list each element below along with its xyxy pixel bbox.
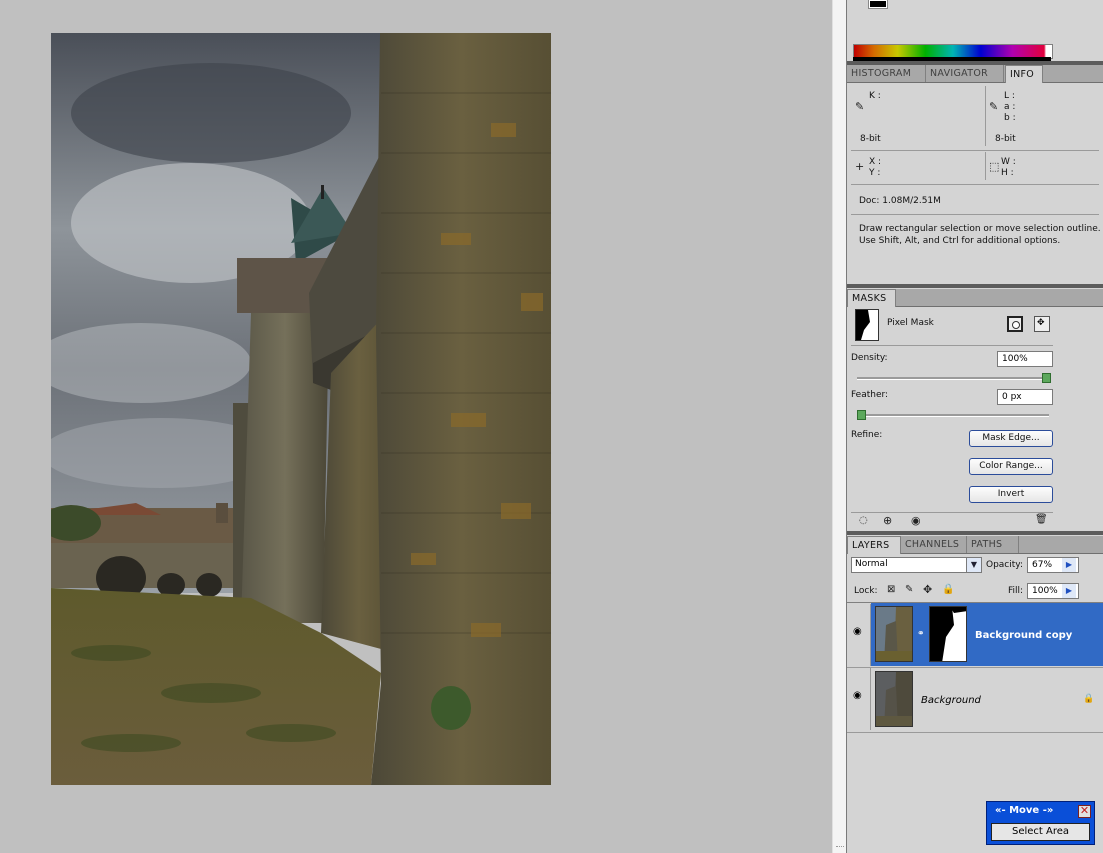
info-bit-depth-left: 8-bit bbox=[860, 134, 881, 144]
layer-mask-thumbnail[interactable] bbox=[929, 606, 967, 662]
info-bit-depth-right: 8-bit bbox=[995, 134, 1016, 144]
feather-field[interactable]: 0 px bbox=[997, 389, 1053, 405]
info-panel-tabs: HISTOGRAM NAVIGATOR INFO bbox=[847, 65, 1103, 83]
crosshair-icon: + bbox=[855, 160, 865, 173]
panel-separator bbox=[847, 531, 1103, 535]
info-l-label: L : bbox=[1004, 91, 1015, 101]
layer-thumbnail[interactable] bbox=[875, 606, 913, 662]
layers-divider bbox=[847, 732, 1103, 733]
info-h-label: H : bbox=[1001, 168, 1014, 178]
close-icon[interactable]: ✕ bbox=[1078, 805, 1091, 818]
apply-mask-icon[interactable]: ⊕ bbox=[883, 514, 892, 527]
vector-mask-icon: ✥ bbox=[1037, 318, 1045, 328]
info-a-label: a : bbox=[1004, 102, 1016, 112]
divider-grip bbox=[836, 846, 844, 853]
opacity-label: Opacity: bbox=[986, 560, 1023, 570]
castle-photo bbox=[51, 33, 551, 785]
info-divider-vertical bbox=[985, 86, 986, 146]
layer-row[interactable]: ◉ ⚭ Background copy bbox=[847, 603, 1103, 667]
chevron-down-icon[interactable]: ▼ bbox=[966, 558, 981, 572]
layer-thumbnail-image bbox=[876, 672, 912, 726]
lock-transparency-icon[interactable]: ⊠ bbox=[887, 584, 895, 595]
tab-layers[interactable]: LAYERS bbox=[847, 536, 901, 554]
layer-visibility-toggle[interactable]: ◉ bbox=[850, 604, 871, 666]
layer-name[interactable]: Background bbox=[921, 695, 981, 706]
color-range-button[interactable]: Color Range... bbox=[969, 458, 1053, 475]
density-slider-knob[interactable] bbox=[1042, 373, 1051, 383]
masks-divider bbox=[851, 512, 1053, 513]
panels-dock: HISTOGRAM NAVIGATOR INFO ✎ K : 8-bit ✎ L… bbox=[846, 0, 1103, 853]
masks-divider bbox=[851, 345, 1053, 346]
arrow-right-icon[interactable]: ▶ bbox=[1062, 558, 1076, 572]
info-x-label: X : bbox=[869, 157, 882, 167]
layer-visibility-toggle[interactable]: ◉ bbox=[850, 668, 871, 730]
lock-label: Lock: bbox=[854, 586, 878, 596]
mask-thumbnail[interactable] bbox=[855, 309, 879, 341]
feather-slider-knob[interactable] bbox=[857, 410, 866, 420]
blend-mode-select[interactable]: Normal ▼ bbox=[851, 557, 982, 573]
document-canvas-area[interactable] bbox=[0, 0, 832, 853]
layer-thumbnail-image bbox=[876, 607, 912, 661]
eye-icon[interactable]: ◉ bbox=[853, 626, 862, 637]
invert-button[interactable]: Invert bbox=[969, 486, 1053, 503]
mask-thumbnail-image bbox=[856, 310, 870, 340]
info-divider bbox=[851, 150, 1099, 151]
info-divider bbox=[851, 214, 1099, 215]
panel-separator bbox=[847, 284, 1103, 288]
move-tool-window[interactable]: «- Move -» ✕ Select Area bbox=[986, 801, 1095, 845]
density-label: Density: bbox=[851, 353, 888, 363]
masks-panel-tabs: MASKS bbox=[847, 289, 1103, 307]
info-y-label: Y : bbox=[869, 168, 881, 178]
info-divider bbox=[851, 184, 1099, 185]
feather-slider-track[interactable] bbox=[857, 414, 1049, 417]
refine-label: Refine: bbox=[851, 430, 883, 440]
link-icon[interactable]: ⚭ bbox=[917, 629, 925, 639]
vector-mask-button[interactable]: ✥ bbox=[1034, 316, 1050, 332]
select-area-button[interactable]: Select Area bbox=[991, 823, 1090, 841]
info-w-label: W : bbox=[1001, 157, 1016, 167]
pixel-mask-button[interactable] bbox=[1007, 316, 1023, 332]
layer-mask-image bbox=[930, 607, 966, 661]
feather-label: Feather: bbox=[851, 390, 889, 400]
info-k-label: K : bbox=[869, 91, 881, 101]
lock-position-icon[interactable]: ✥ bbox=[923, 583, 932, 596]
tab-masks[interactable]: MASKS bbox=[847, 289, 896, 307]
layer-thumbnail[interactable] bbox=[875, 671, 913, 727]
layers-panel-tabs: LAYERS CHANNELS PATHS bbox=[847, 536, 1103, 554]
tab-info[interactable]: INFO bbox=[1005, 65, 1043, 83]
tool-hint-line2: Use Shift, Alt, and Ctrl for additional … bbox=[859, 236, 1061, 246]
tab-channels[interactable]: CHANNELS bbox=[901, 536, 967, 553]
info-b-label: b : bbox=[1004, 113, 1016, 123]
tab-histogram[interactable]: HISTOGRAM bbox=[847, 65, 926, 82]
fill-label: Fill: bbox=[1008, 586, 1024, 596]
foreground-color-swatch[interactable] bbox=[868, 0, 888, 9]
eyedropper-icon[interactable]: ✎ bbox=[989, 100, 998, 113]
marquee-icon: ⬚ bbox=[989, 160, 1000, 173]
info-divider-vertical bbox=[985, 152, 986, 180]
eyedropper-icon[interactable]: ✎ bbox=[855, 100, 864, 113]
eye-icon[interactable]: ◉ bbox=[911, 514, 921, 527]
pixel-mask-icon bbox=[1012, 321, 1020, 329]
lock-pixels-icon[interactable]: ✎ bbox=[905, 584, 913, 595]
eye-icon[interactable]: ◉ bbox=[853, 690, 862, 701]
mask-type-label: Pixel Mask bbox=[887, 318, 934, 328]
tab-navigator[interactable]: NAVIGATOR bbox=[926, 65, 1004, 82]
tool-hint-line1: Draw rectangular selection or move selec… bbox=[859, 224, 1101, 234]
mask-edge-button[interactable]: Mask Edge... bbox=[969, 430, 1053, 447]
lock-icon: 🔒 bbox=[1083, 694, 1095, 704]
layer-name[interactable]: Background copy bbox=[975, 630, 1072, 641]
doc-size: Doc: 1.08M/2.51M bbox=[859, 196, 941, 206]
lock-all-icon[interactable]: 🔒 bbox=[942, 584, 954, 595]
panel-divider[interactable] bbox=[832, 0, 847, 853]
density-field[interactable]: 100% bbox=[997, 351, 1053, 367]
layer-row[interactable]: ◉ Background 🔒 bbox=[847, 668, 1103, 732]
move-tool-title[interactable]: «- Move -» bbox=[995, 805, 1053, 816]
load-selection-icon[interactable]: ◌ bbox=[859, 515, 868, 526]
arrow-right-icon[interactable]: ▶ bbox=[1062, 584, 1076, 598]
document-image[interactable] bbox=[51, 33, 551, 785]
tab-paths[interactable]: PATHS bbox=[967, 536, 1019, 553]
density-slider-track[interactable] bbox=[857, 377, 1049, 380]
trash-icon[interactable]: 🗑 bbox=[1035, 514, 1048, 525]
blend-mode-value: Normal bbox=[855, 559, 888, 569]
